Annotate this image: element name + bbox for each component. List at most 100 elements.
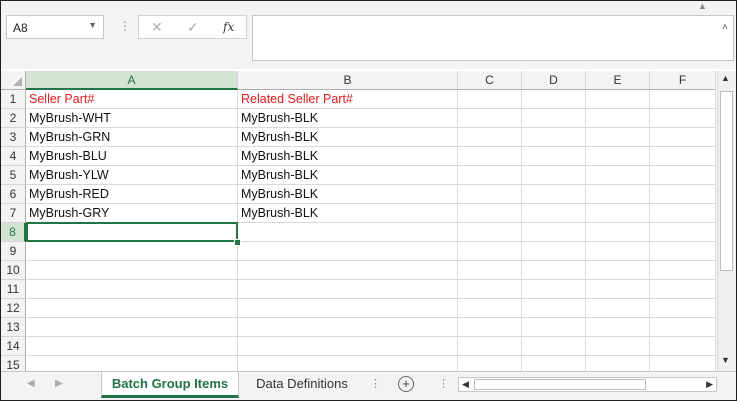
vertical-scroll-thumb[interactable] xyxy=(720,91,733,271)
cell-f2[interactable] xyxy=(650,109,716,128)
cell-d13[interactable] xyxy=(522,318,586,337)
tab-data-definitions[interactable]: Data Definitions xyxy=(242,372,362,398)
cell-a1[interactable]: Seller Part# xyxy=(26,90,238,109)
insert-function-icon[interactable]: fx xyxy=(223,20,234,34)
tab-batch-group-items[interactable]: Batch Group Items xyxy=(101,372,239,398)
cell-b11[interactable] xyxy=(238,280,458,299)
cell-f4[interactable] xyxy=(650,147,716,166)
column-header-a[interactable]: A xyxy=(26,71,238,90)
chevron-down-icon[interactable]: ▼ xyxy=(88,20,97,30)
cell-c6[interactable] xyxy=(458,185,522,204)
cell-a12[interactable] xyxy=(26,299,238,318)
horizontal-scroll-thumb[interactable] xyxy=(474,379,646,390)
cell-b8[interactable] xyxy=(238,223,458,242)
cell-f6[interactable] xyxy=(650,185,716,204)
add-sheet-icon[interactable]: + xyxy=(398,376,414,392)
column-header-c[interactable]: C xyxy=(458,71,522,90)
cell-a13[interactable] xyxy=(26,318,238,337)
cell-e1[interactable] xyxy=(586,90,650,109)
cell-e7[interactable] xyxy=(586,204,650,223)
cell-f14[interactable] xyxy=(650,337,716,356)
cell-e8[interactable] xyxy=(586,223,650,242)
cell-b15[interactable] xyxy=(238,356,458,371)
cell-b12[interactable] xyxy=(238,299,458,318)
cell-f8[interactable] xyxy=(650,223,716,242)
enter-icon[interactable]: ✓ xyxy=(187,19,199,36)
cell-c14[interactable] xyxy=(458,337,522,356)
cell-f5[interactable] xyxy=(650,166,716,185)
cell-c5[interactable] xyxy=(458,166,522,185)
vertical-scrollbar[interactable]: ▲ ▼ xyxy=(717,71,736,371)
cell-d10[interactable] xyxy=(522,261,586,280)
cell-e12[interactable] xyxy=(586,299,650,318)
cell-e5[interactable] xyxy=(586,166,650,185)
formula-input[interactable]: ˄ xyxy=(252,15,734,61)
cell-a2[interactable]: MyBrush-WHT xyxy=(26,109,238,128)
cell-d2[interactable] xyxy=(522,109,586,128)
row-header-10[interactable]: 10 xyxy=(1,261,26,280)
row-header-4[interactable]: 4 xyxy=(1,147,26,166)
scroll-up-icon[interactable]: ▲ xyxy=(698,1,707,11)
cell-d7[interactable] xyxy=(522,204,586,223)
cell-e14[interactable] xyxy=(586,337,650,356)
row-header-13[interactable]: 13 xyxy=(1,318,26,337)
cell-a10[interactable] xyxy=(26,261,238,280)
cell-d5[interactable] xyxy=(522,166,586,185)
cell-c4[interactable] xyxy=(458,147,522,166)
cell-f7[interactable] xyxy=(650,204,716,223)
row-header-5[interactable]: 5 xyxy=(1,166,26,185)
column-header-d[interactable]: D xyxy=(522,71,586,90)
row-header-9[interactable]: 9 xyxy=(1,242,26,261)
worksheet-grid[interactable]: A B C D E F 1 Seller Part# Related Seller Part# 2… xyxy=(1,71,716,371)
cell-c15[interactable] xyxy=(458,356,522,371)
cell-b1[interactable]: Related Seller Part# xyxy=(238,90,458,109)
cell-d1[interactable] xyxy=(522,90,586,109)
row-header-6[interactable]: 6 xyxy=(1,185,26,204)
cell-b14[interactable] xyxy=(238,337,458,356)
cell-a15[interactable] xyxy=(26,356,238,371)
cell-f10[interactable] xyxy=(650,261,716,280)
cell-d11[interactable] xyxy=(522,280,586,299)
cell-c9[interactable] xyxy=(458,242,522,261)
cell-f13[interactable] xyxy=(650,318,716,337)
cell-b9[interactable] xyxy=(238,242,458,261)
cell-c12[interactable] xyxy=(458,299,522,318)
cell-f12[interactable] xyxy=(650,299,716,318)
more-options-icon[interactable]: ⋮ xyxy=(119,19,131,33)
name-box[interactable]: A8 ▼ xyxy=(6,15,104,39)
horizontal-scrollbar[interactable]: ◀ ▶ xyxy=(458,377,717,392)
cell-e11[interactable] xyxy=(586,280,650,299)
cell-a14[interactable] xyxy=(26,337,238,356)
cell-d15[interactable] xyxy=(522,356,586,371)
select-all-corner[interactable] xyxy=(1,71,26,90)
cell-d14[interactable] xyxy=(522,337,586,356)
cell-e10[interactable] xyxy=(586,261,650,280)
row-header-7[interactable]: 7 xyxy=(1,204,26,223)
scroll-up-icon[interactable]: ▲ xyxy=(721,73,730,83)
cell-b2[interactable]: MyBrush-BLK xyxy=(238,109,458,128)
cell-a9[interactable] xyxy=(26,242,238,261)
cell-c11[interactable] xyxy=(458,280,522,299)
cell-e3[interactable] xyxy=(586,128,650,147)
fill-handle[interactable] xyxy=(234,239,241,246)
cell-d9[interactable] xyxy=(522,242,586,261)
cell-b5[interactable]: MyBrush-BLK xyxy=(238,166,458,185)
scroll-left-icon[interactable]: ◀ xyxy=(462,379,469,390)
row-header-1[interactable]: 1 xyxy=(1,90,26,109)
cell-e4[interactable] xyxy=(586,147,650,166)
cell-c3[interactable] xyxy=(458,128,522,147)
cell-c8[interactable] xyxy=(458,223,522,242)
cell-f3[interactable] xyxy=(650,128,716,147)
scroll-down-icon[interactable]: ▼ xyxy=(721,355,730,365)
cell-b6[interactable]: MyBrush-BLK xyxy=(238,185,458,204)
scroll-right-icon[interactable]: ▶ xyxy=(706,379,713,390)
cell-e13[interactable] xyxy=(586,318,650,337)
cell-c7[interactable] xyxy=(458,204,522,223)
cell-a6[interactable]: MyBrush-RED xyxy=(26,185,238,204)
cell-f1[interactable] xyxy=(650,90,716,109)
cell-d3[interactable] xyxy=(522,128,586,147)
cell-b10[interactable] xyxy=(238,261,458,280)
row-header-14[interactable]: 14 xyxy=(1,337,26,356)
cancel-icon[interactable]: ✕ xyxy=(151,19,163,36)
row-header-8[interactable]: 8 xyxy=(1,223,26,242)
